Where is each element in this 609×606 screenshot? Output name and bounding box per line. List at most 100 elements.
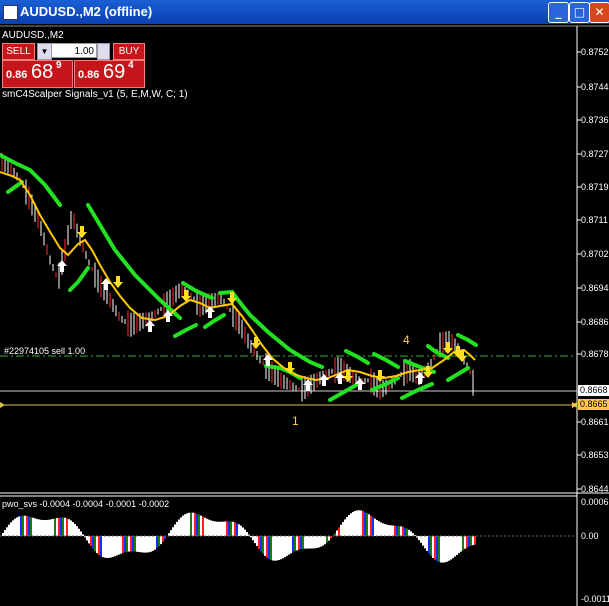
oscillator-bar — [138, 536, 140, 553]
oscillator-bar — [312, 536, 314, 549]
oscillator-bar — [408, 529, 410, 536]
lot-spinner[interactable] — [97, 43, 110, 60]
oscillator-bar — [64, 517, 66, 536]
symbol-label: AUDUSD.,M2 — [2, 30, 64, 41]
oscillator-bar — [384, 524, 386, 536]
oscillator-bar — [186, 513, 188, 536]
sell-price-pips: 68 — [31, 61, 54, 83]
oscillator-bar — [210, 520, 212, 536]
oscillator-bar — [336, 530, 338, 536]
oscillator-bar — [2, 532, 4, 536]
oscillator-bar — [444, 536, 446, 563]
oscillator-bar — [350, 513, 352, 536]
price-bars — [1, 152, 474, 402]
price-axis-label: 0.8694 — [581, 283, 609, 293]
line-price-tag: 0.8665 — [580, 399, 608, 409]
oscillator-bar — [96, 536, 98, 554]
oscillator-bar — [46, 519, 48, 536]
oscillator-bar — [150, 536, 152, 552]
oscillator-bar — [140, 536, 142, 553]
oscillator-bar — [232, 521, 234, 536]
oscillator-bar — [92, 536, 94, 549]
lot-size-input[interactable]: 1.00 — [51, 43, 97, 58]
oscillator-bar — [184, 514, 186, 536]
oscillator-bar — [320, 536, 322, 547]
oscillator-bar — [256, 536, 258, 547]
oscillator-bar — [388, 525, 390, 536]
oscillator-bar — [390, 525, 392, 536]
oscillator-bar — [290, 536, 292, 554]
oscillator-bar — [430, 536, 432, 556]
oscillator-bar — [322, 536, 324, 546]
oscillator-bar — [160, 536, 162, 545]
oscillator-bar — [222, 521, 224, 536]
oscillator-bar — [302, 536, 304, 549]
oscillator-bar — [428, 536, 430, 554]
buy-price-box[interactable]: 0.86 69 4 — [74, 60, 145, 88]
sell-button[interactable]: SELL — [2, 43, 35, 60]
oscillator-bar — [286, 536, 288, 556]
price-axis-label: 0.8702 — [581, 249, 609, 259]
oscillator-bar — [60, 517, 62, 536]
oscillator-bar — [310, 536, 312, 549]
oscillator-bar — [392, 525, 394, 536]
oscillator-bar — [76, 526, 78, 536]
oscillator-bar — [432, 536, 434, 558]
oscillator-bar — [440, 536, 442, 563]
oscillator-bar — [152, 536, 154, 551]
oscillator-bar — [128, 536, 130, 552]
oscillator-bar — [362, 511, 364, 536]
order-label[interactable]: #22974105 sell 1.00 — [4, 346, 85, 356]
oscillator-bar — [106, 536, 108, 558]
oscillator-bar — [82, 534, 84, 536]
oscillator-bar — [74, 523, 76, 536]
oscillator-bar — [192, 512, 194, 536]
buy-button[interactable]: BUY — [113, 43, 145, 60]
oscillator-bar — [72, 522, 74, 536]
oscillator-bar — [68, 519, 70, 536]
oscillator-bar — [276, 536, 278, 561]
oscillator-bar — [112, 536, 114, 557]
oscillator-bar — [324, 536, 326, 545]
oscillator-bar — [280, 536, 282, 560]
oscillator-bar — [122, 536, 124, 553]
oscillator-bar — [300, 536, 302, 550]
oscillator-bar — [462, 536, 464, 551]
sub-axis-label: 0.00 — [581, 531, 599, 541]
oscillator-bar — [346, 517, 348, 536]
oscillator-bar — [14, 518, 16, 536]
lot-dropdown-arrow-icon[interactable]: ▼ — [37, 43, 52, 60]
oscillator-bar — [22, 515, 24, 536]
oscillator-bar — [20, 515, 22, 536]
oscillator-bar — [110, 536, 112, 558]
oscillator-bar — [24, 515, 26, 536]
oscillator-bar — [130, 536, 132, 552]
oscillator-bar — [10, 522, 12, 536]
oscillator-bar — [314, 536, 316, 549]
oscillator-bar — [36, 518, 38, 536]
price-axis-label: 0.8727 — [581, 149, 609, 159]
oscillator-bar — [80, 531, 82, 536]
oscillator-bar — [52, 518, 54, 536]
oscillator-bar — [66, 518, 68, 536]
sell-signal-arrow-icon — [77, 226, 87, 238]
oscillator-bar — [386, 524, 388, 536]
oscillator-bar — [114, 536, 116, 557]
oscillator-bar — [214, 521, 216, 536]
sell-price-box[interactable]: 0.86 68 9 — [2, 60, 73, 88]
oscillator-bar — [252, 536, 254, 541]
oscillator-bar — [398, 526, 400, 536]
buy-price-prefix: 0.86 — [78, 69, 100, 81]
oscillator-bar — [180, 517, 182, 536]
oscillator-bar — [102, 536, 104, 558]
oscillator-bar — [268, 536, 270, 559]
oscillator-bar — [202, 516, 204, 536]
oscillator-bar — [452, 536, 454, 559]
oscillator-bar — [294, 536, 296, 552]
price-axis-label: 0.8719 — [581, 182, 609, 192]
oscillator-bar — [242, 527, 244, 536]
oscillator-bar — [354, 510, 356, 536]
oscillator-bar — [338, 527, 340, 536]
oscillator-bar — [364, 511, 366, 536]
oscillator-bar — [120, 536, 122, 554]
